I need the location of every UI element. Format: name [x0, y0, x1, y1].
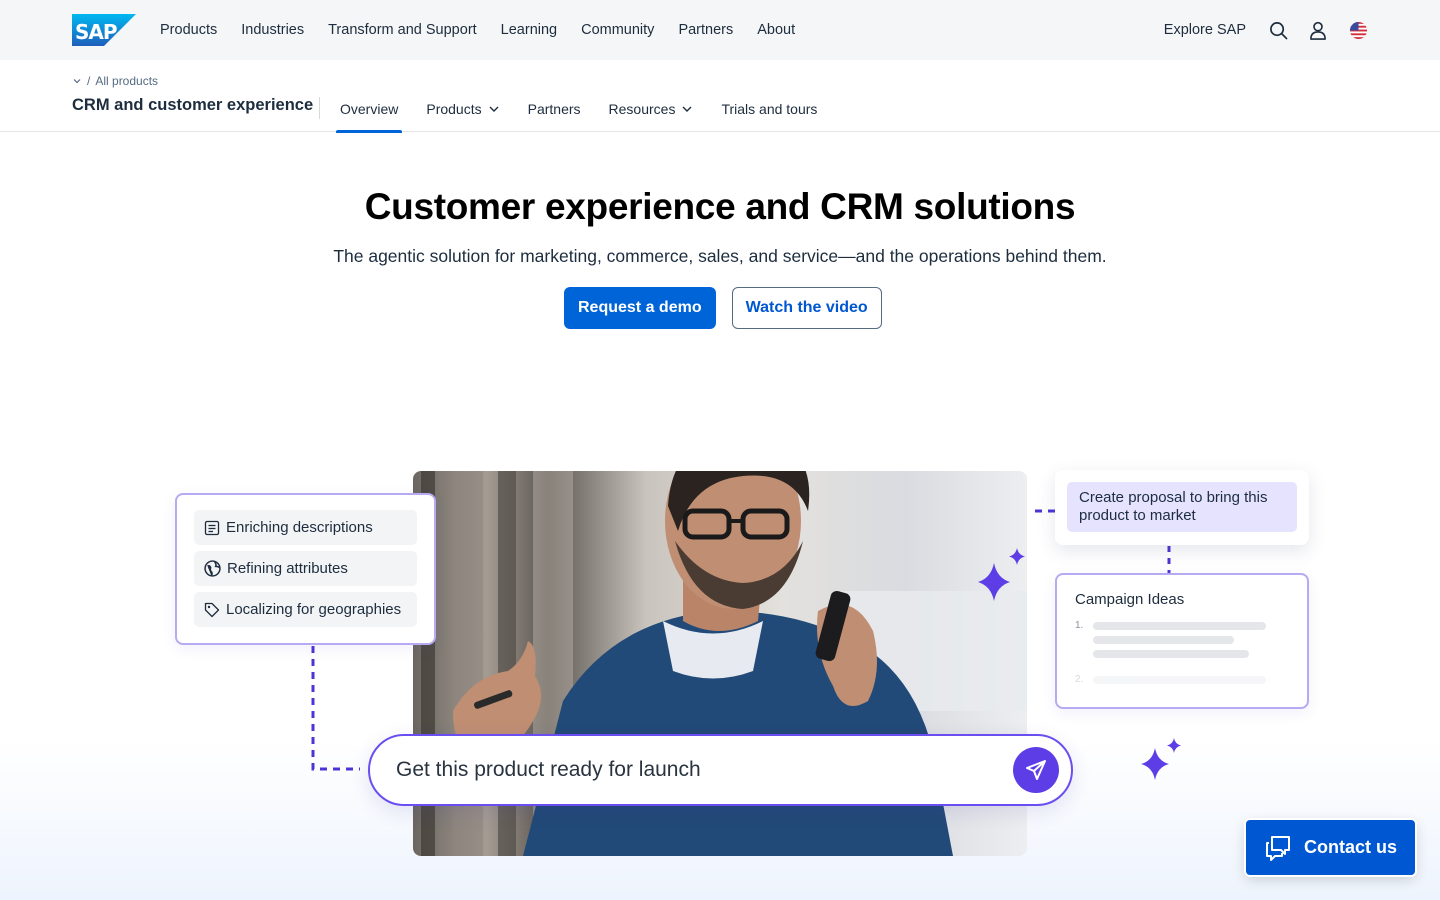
chevron-down-icon	[489, 106, 499, 112]
campaign-idea-2: 2.	[1075, 674, 1289, 685]
hero-subtitle: The agentic solution for marketing, comm…	[333, 246, 1107, 266]
globe-icon	[204, 560, 221, 577]
sparkle-icon	[978, 548, 1025, 601]
nav-partners[interactable]: Partners	[678, 22, 733, 38]
prompt-text: Get this product ready for launch	[396, 758, 701, 781]
campaign-ideas-card: Campaign Ideas 1. 2.	[1055, 573, 1309, 709]
feature-refining-attributes: Refining attributes	[194, 551, 417, 586]
tab-trials-and-tours[interactable]: Trials and tours	[717, 60, 821, 132]
placeholder-lines	[1093, 674, 1266, 685]
placeholder-line	[1093, 676, 1266, 684]
breadcrumb: / All products	[72, 74, 158, 88]
placeholder-lines	[1093, 620, 1266, 658]
placeholder-line	[1093, 636, 1234, 644]
tab-label: Products	[426, 101, 482, 117]
subnav-title[interactable]: CRM and customer experience	[72, 96, 313, 115]
feature-enriching-descriptions: Enriching descriptions	[194, 510, 417, 545]
send-icon	[1026, 760, 1046, 780]
breadcrumb-separator: /	[87, 74, 91, 88]
tab-overview[interactable]: Overview	[336, 60, 403, 133]
feature-label: Enriching descriptions	[226, 519, 373, 536]
main-menu: Products Industries Transform and Suppor…	[160, 22, 1164, 38]
tab-products[interactable]: Products	[422, 60, 503, 132]
tab-partners[interactable]: Partners	[524, 60, 585, 132]
campaign-number: 2.	[1075, 674, 1084, 685]
subnav-divider	[319, 97, 320, 119]
user-icon[interactable]	[1308, 20, 1328, 40]
tab-label: Trials and tours	[721, 101, 818, 117]
tab-label: Resources	[608, 101, 676, 117]
request-demo-button[interactable]: Request a demo	[564, 287, 716, 329]
tab-label: Overview	[340, 101, 399, 117]
tab-label: Partners	[527, 101, 581, 117]
chevron-down-icon[interactable]	[72, 76, 82, 86]
proposal-text: Create proposal to bring this product to…	[1067, 482, 1297, 532]
nav-products[interactable]: Products	[160, 22, 217, 38]
subnav-tabs: Overview Products Partners Resources Tri…	[336, 60, 821, 133]
placeholder-line	[1093, 622, 1266, 630]
nav-utilities: Explore SAP	[1164, 20, 1368, 40]
send-button[interactable]	[1013, 747, 1059, 793]
placeholder-line	[1093, 650, 1249, 658]
breadcrumb-all-products[interactable]: All products	[95, 74, 158, 88]
contact-us-label: Contact us	[1303, 837, 1397, 857]
ai-task-list-card: Enriching descriptions Refining attribut…	[175, 493, 436, 645]
ai-prompt-bar[interactable]: Get this product ready for launch	[368, 734, 1073, 806]
search-icon[interactable]	[1268, 20, 1288, 40]
explore-sap-link[interactable]: Explore SAP	[1164, 22, 1246, 38]
text-document-icon	[204, 520, 220, 535]
tab-resources[interactable]: Resources	[605, 60, 698, 132]
hero-title: Customer experience and CRM solutions	[364, 186, 1076, 227]
product-subnav: / All products CRM and customer experien…	[0, 60, 1440, 133]
hero-cta-group: Request a demo Watch the video	[564, 287, 882, 329]
sparkle-icon	[1141, 738, 1181, 780]
watch-video-button[interactable]: Watch the video	[731, 287, 882, 329]
campaign-title: Campaign Ideas	[1075, 591, 1185, 608]
nav-about[interactable]: About	[757, 22, 795, 38]
nav-learning[interactable]: Learning	[501, 22, 557, 38]
top-navigation: SAP Products Industries Transform and Su…	[0, 0, 1440, 60]
campaign-idea-1: 1.	[1075, 620, 1289, 658]
svg-text:SAP: SAP	[75, 20, 117, 44]
proposal-card: Create proposal to bring this product to…	[1055, 470, 1309, 545]
chevron-down-icon	[682, 106, 692, 112]
sap-logo[interactable]: SAP	[72, 14, 136, 46]
nav-industries[interactable]: Industries	[241, 22, 304, 38]
feature-label: Refining attributes	[227, 560, 348, 577]
feature-label: Localizing for geographies	[226, 601, 402, 618]
chat-icon	[1265, 835, 1290, 861]
nav-community[interactable]: Community	[581, 22, 654, 38]
contact-us-button[interactable]: Contact us	[1246, 820, 1415, 875]
us-flag-icon[interactable]	[1348, 20, 1368, 40]
feature-localizing-geographies: Localizing for geographies	[194, 592, 417, 627]
nav-transform-and-support[interactable]: Transform and Support	[328, 22, 477, 38]
tag-icon	[204, 602, 220, 617]
campaign-number: 1.	[1075, 620, 1084, 631]
